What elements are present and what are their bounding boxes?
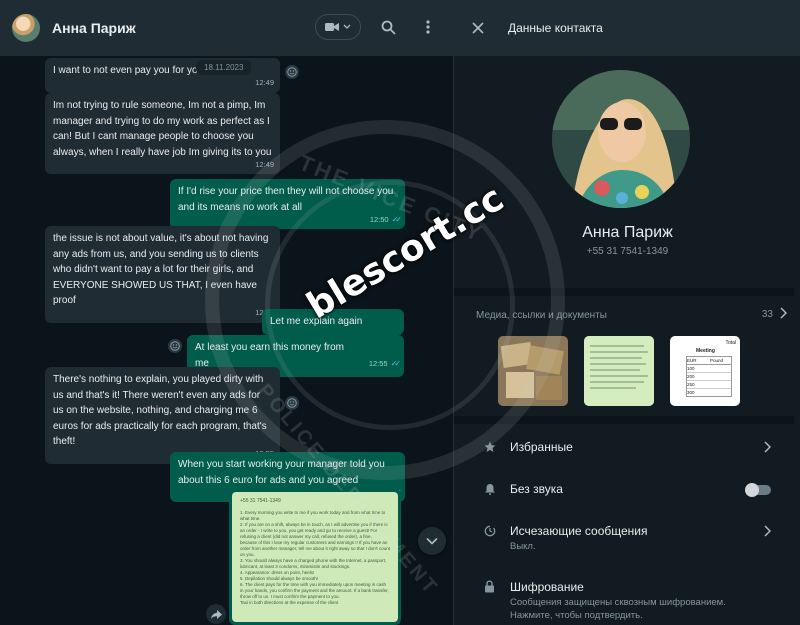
more-vertical-icon — [426, 20, 430, 34]
emoji-react-button[interactable] — [168, 339, 182, 353]
message-time: 12:49 — [255, 159, 274, 169]
contact-settings: Избранные Без звука Исчезающие сообщения… — [454, 416, 800, 625]
mute-label: Без звука — [510, 482, 563, 496]
chevron-right-icon — [779, 306, 788, 324]
doc-line: 2. If you are on a shift, always be in t… — [240, 522, 390, 557]
profile-card: Анна Париж +55 31 7541-1349 — [454, 56, 800, 282]
bell-icon — [484, 482, 496, 500]
sheet-cell: 250 — [687, 381, 731, 389]
message-incoming[interactable]: the issue is not about value, it's about… — [45, 226, 280, 323]
doc-line: 1. Every morning you write to me if you … — [240, 510, 386, 521]
message-incoming[interactable]: There's nothing to explain, you played d… — [45, 367, 280, 464]
sheet-title: Meeting — [696, 348, 715, 354]
forward-icon — [210, 609, 222, 619]
star-icon — [484, 440, 496, 458]
disappearing-messages-row[interactable]: Исчезающие сообщения Выкл. — [454, 518, 800, 558]
media-thumb[interactable] — [498, 336, 568, 406]
message-text: the issue is not about value, it's about… — [53, 233, 269, 306]
media-section[interactable]: Медиа, ссылки и документы 33 Total Meeti… — [454, 288, 800, 408]
chat-pane: Анна Париж I want to not even pay you fo… — [0, 0, 453, 625]
search-button[interactable] — [375, 14, 401, 40]
profile-photo[interactable] — [552, 70, 690, 208]
double-check-icon: ✓✓ — [391, 214, 403, 224]
media-thumb[interactable]: Total Meeting EUR Pound 100 200 250 300 — [670, 336, 740, 406]
menu-button[interactable] — [415, 14, 441, 40]
image-message[interactable]: +55 31 7541-1349 1. Every morning you wr… — [229, 489, 401, 625]
avatar[interactable] — [12, 13, 40, 42]
date-chip: 18.11.2023 — [196, 60, 252, 75]
chat-contact-name[interactable]: Анна Париж — [52, 20, 136, 36]
sheet-col: Pound — [710, 358, 724, 363]
mute-row[interactable]: Без звука — [454, 476, 800, 506]
forward-button[interactable] — [206, 604, 226, 624]
message-time: 12:49 — [255, 78, 274, 87]
document-thumb — [584, 336, 654, 406]
message-text: At least you earn this money from me — [195, 342, 344, 369]
chevron-down-icon — [426, 537, 438, 545]
message-time: 12:50 — [369, 214, 389, 224]
sheet-table: EUR Pound 100 200 250 300 — [686, 356, 732, 397]
media-thumb[interactable] — [584, 336, 654, 406]
doc-line: 3. You should always have a charged phon… — [240, 558, 387, 569]
media-count: 33 — [761, 309, 773, 320]
document-image: +55 31 7541-1349 1. Every morning you wr… — [232, 492, 398, 622]
encryption-description: Сообщения защищены сквозным шифрованием.… — [510, 597, 726, 621]
sheet-cell: 100 — [687, 365, 731, 373]
profile-photo-image — [552, 70, 690, 208]
message-outgoing[interactable]: Let me explain again — [262, 309, 404, 335]
message-time: 12:55 — [368, 358, 388, 368]
video-call-button[interactable] — [315, 14, 361, 40]
disappearing-status: Выкл. — [510, 541, 536, 552]
emoji-react-button[interactable] — [285, 65, 299, 79]
money-photo — [498, 336, 568, 406]
sheet-col: EUR — [687, 358, 697, 363]
scroll-to-bottom-button[interactable] — [418, 527, 446, 555]
lock-icon — [484, 580, 495, 598]
sheet-cell: 200 — [687, 373, 731, 381]
search-icon — [381, 20, 396, 35]
close-button[interactable] — [468, 18, 488, 38]
message-text: Im not trying to rule someone, Im not a … — [53, 100, 272, 158]
encryption-row[interactable]: Шифрование Сообщения защищены сквозным ш… — [454, 574, 800, 625]
doc-line: 6. The client pays for the time with you… — [240, 582, 389, 599]
message-outgoing[interactable]: If I'd rise your price then they will no… — [170, 179, 405, 229]
chevron-right-icon — [763, 524, 772, 542]
sheet-cell: 300 — [687, 390, 695, 395]
smiley-icon — [287, 398, 297, 408]
starred-label: Избранные — [510, 440, 573, 454]
chevron-down-icon — [343, 24, 351, 29]
emoji-react-button[interactable] — [285, 396, 299, 410]
message-list[interactable]: I want to not even pay you for your char… — [0, 56, 453, 625]
mute-toggle[interactable] — [745, 483, 771, 497]
chat-header[interactable]: Анна Париж — [0, 0, 453, 56]
message-incoming[interactable]: Im not trying to rule someone, Im not a … — [45, 93, 280, 174]
message-text: Let me explain again — [270, 316, 363, 327]
message-text: When you start working your manager told… — [178, 459, 385, 486]
contact-info-pane: Данные контакта Анна Париж +55 31 7541-1… — [453, 0, 800, 625]
message-text: If I'd rise your price then they will no… — [178, 186, 394, 213]
timer-icon — [484, 524, 496, 542]
encryption-label: Шифрование — [510, 580, 584, 594]
scrollbar[interactable] — [794, 56, 800, 625]
starred-messages-row[interactable]: Избранные — [454, 434, 800, 464]
smiley-icon — [170, 341, 180, 351]
message-status: 12:50 ✓✓ — [369, 212, 403, 228]
doc-line: +55 31 7541-1349 — [240, 498, 281, 504]
disappearing-label: Исчезающие сообщения — [510, 524, 648, 538]
message-status: 12:55 ✓✓ — [368, 356, 402, 372]
contact-info-title: Данные контакта — [508, 21, 603, 35]
chevron-right-icon — [763, 440, 772, 458]
sheet-total-label: Total — [725, 340, 736, 346]
contact-info-header: Данные контакта — [454, 0, 800, 56]
video-camera-icon — [325, 23, 339, 31]
close-icon — [472, 22, 484, 34]
profile-phone: +55 31 7541-1349 — [586, 246, 669, 257]
double-check-icon: ✓✓ — [390, 358, 402, 368]
profile-name: Анна Париж — [582, 224, 673, 241]
smiley-icon — [287, 67, 297, 77]
doc-line: Taxi in both directions at the expense o… — [240, 600, 339, 605]
media-label: Медиа, ссылки и документы — [476, 310, 607, 321]
message-text: There's nothing to explain, you played d… — [53, 374, 267, 447]
